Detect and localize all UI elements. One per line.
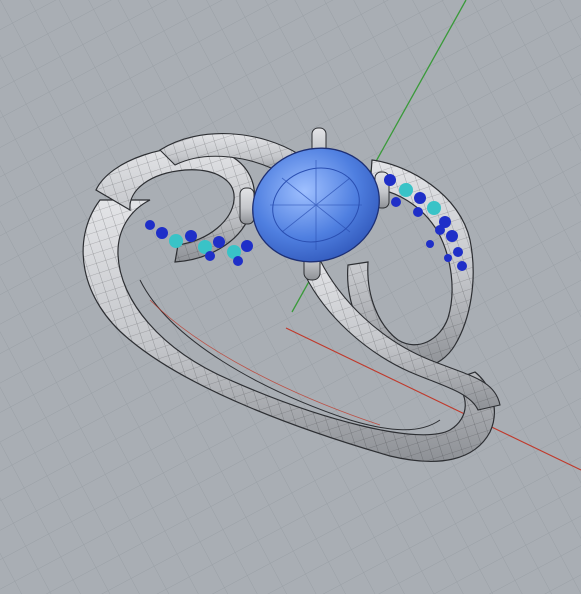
3d-viewport[interactable] <box>0 0 581 594</box>
viewport-grid <box>0 0 581 594</box>
